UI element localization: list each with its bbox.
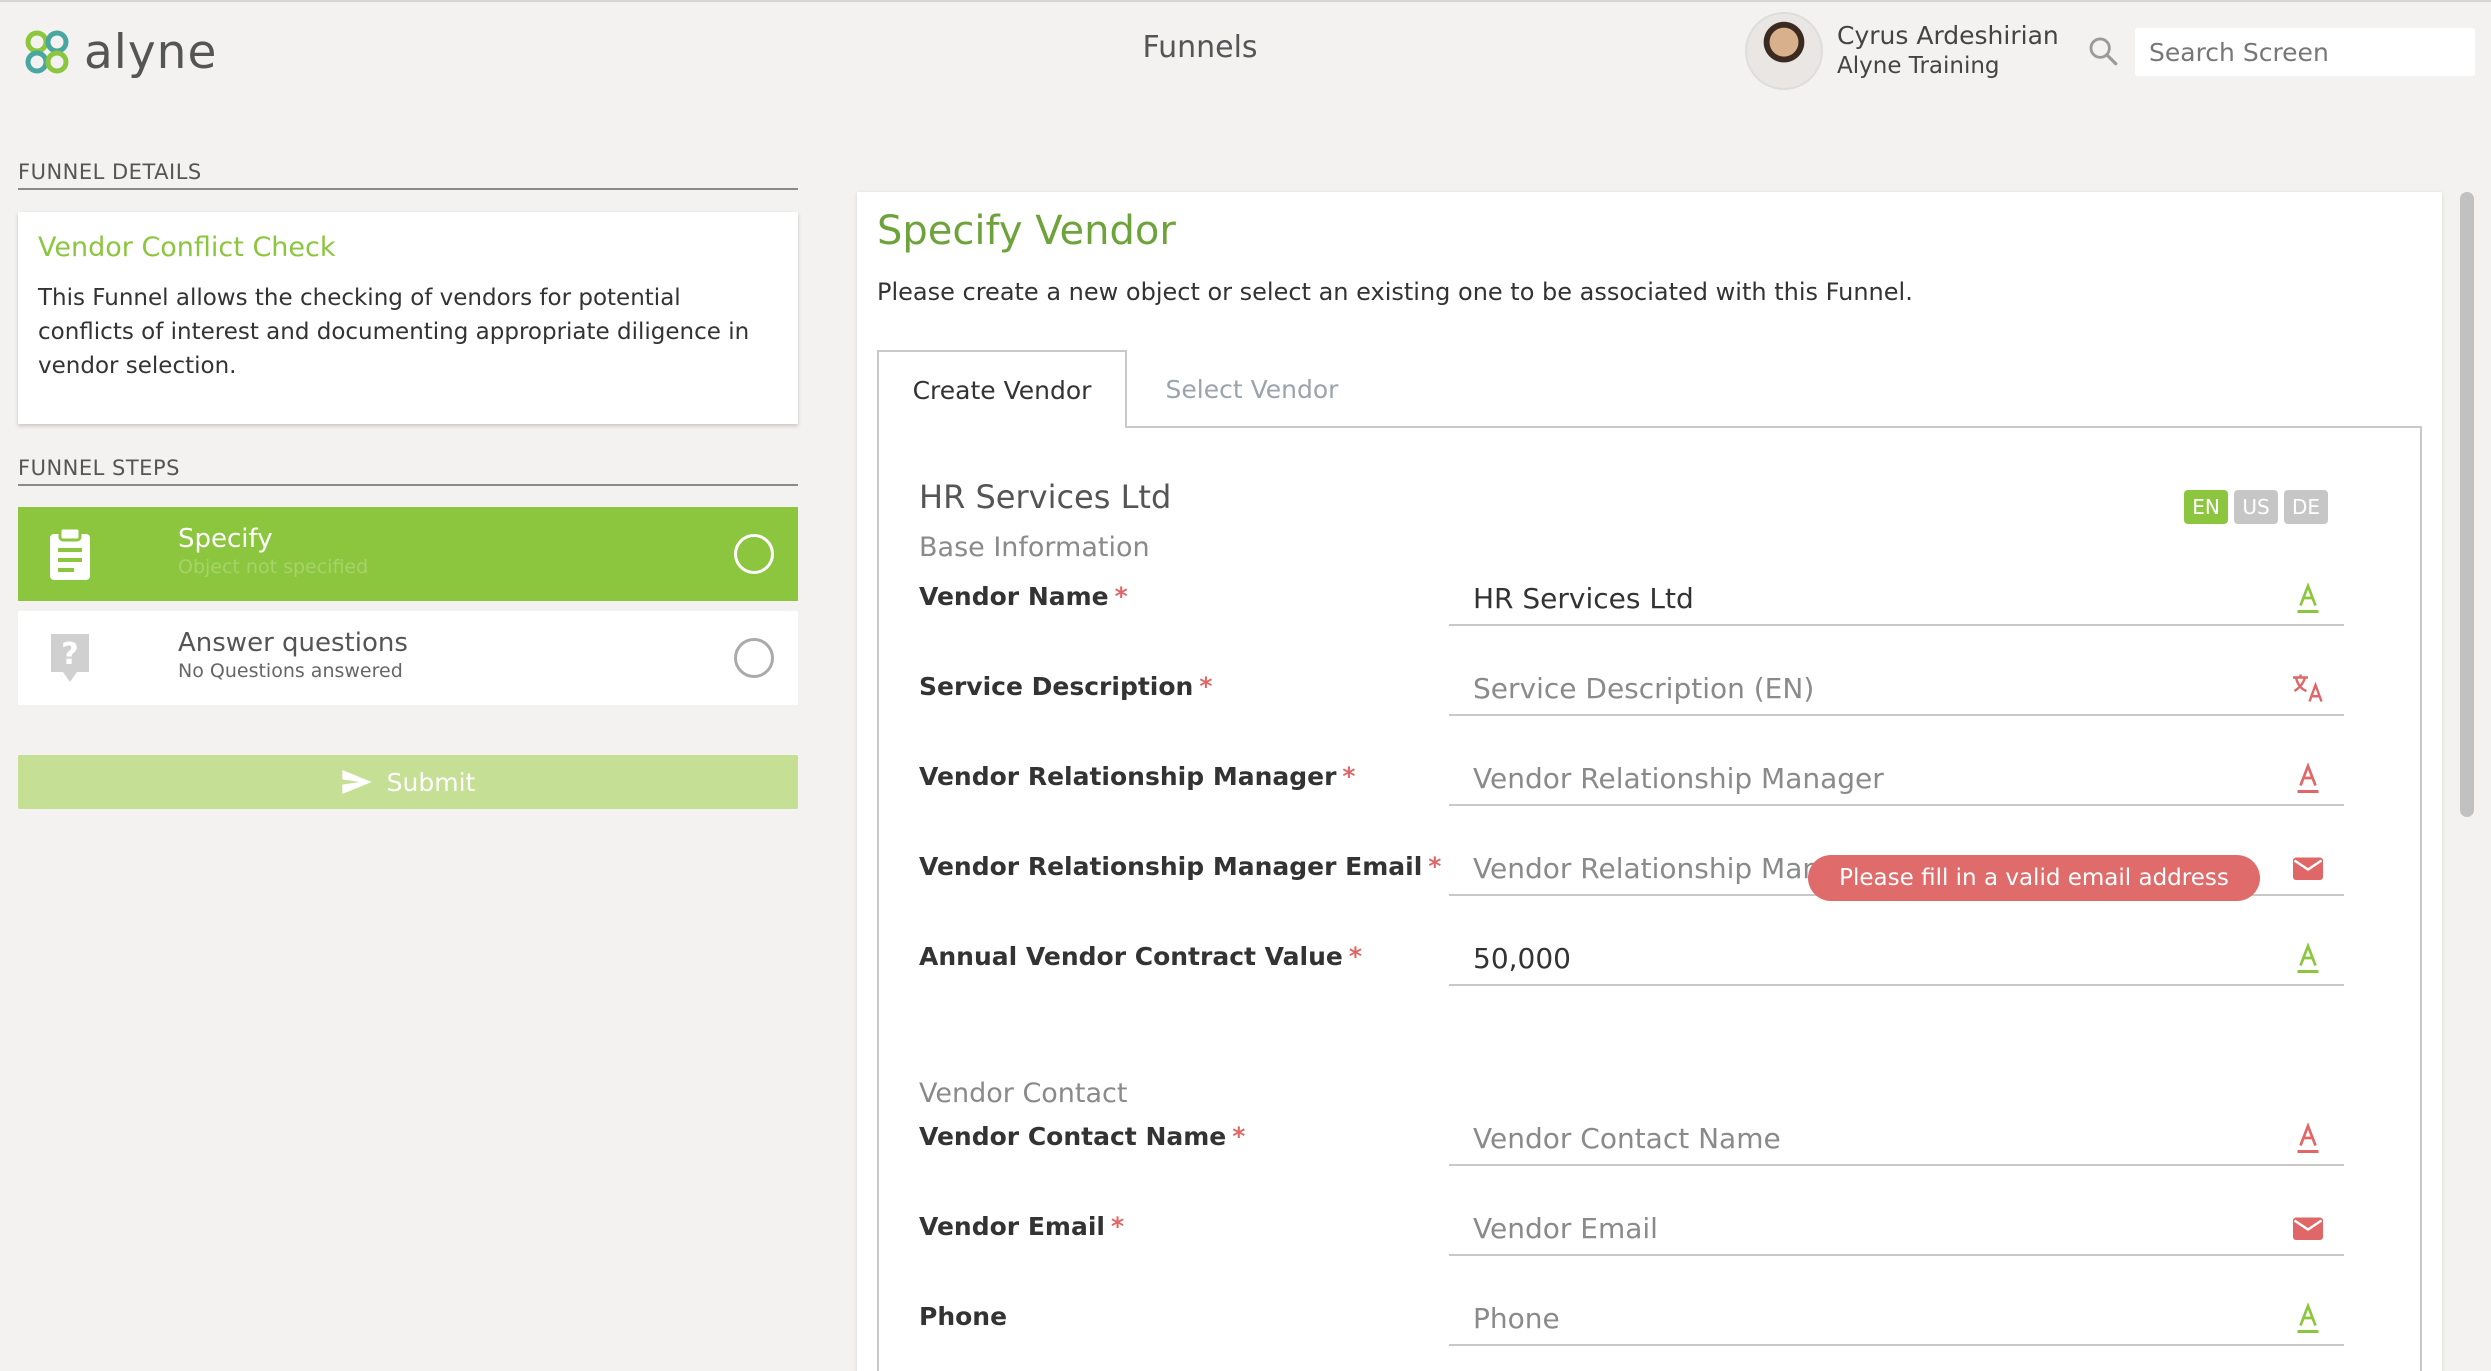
field-placeholder: Vendor Contact Name (1473, 1122, 1781, 1155)
required-marker: * (1348, 942, 1362, 971)
field-placeholder: Vendor Relationship Manager (1473, 762, 1884, 795)
step-subtitle: Object not specified (178, 556, 369, 578)
text-format-icon (2297, 582, 2319, 613)
field-label-text: Vendor Relationship Manager (919, 762, 1337, 791)
app-logo[interactable]: alyne (20, 22, 217, 82)
translate-icon[interactable] (2290, 670, 2326, 706)
field-annual-contract-value: Annual Vendor Contract Value * 50,000 (919, 928, 2374, 988)
user-profile[interactable]: Cyrus Ardeshirian Alyne Training (1745, 12, 2059, 90)
annual-contract-value-input[interactable]: 50,000 (1449, 928, 2344, 986)
field-label-text: Vendor Relationship Manager Email (919, 852, 1423, 881)
vendor-email-input[interactable]: Vendor Email (1449, 1198, 2344, 1256)
logo-text: alyne (84, 24, 218, 80)
field-label-text: Vendor Contact Name (919, 1122, 1227, 1151)
lang-tag-de[interactable]: DE (2284, 490, 2328, 524)
top-header: alyne Funnels Cyrus Ardeshirian Alyne Tr… (0, 0, 2491, 100)
field-contact-name: Vendor Contact Name * Vendor Contact Name (919, 1108, 2374, 1168)
contact-name-input[interactable]: Vendor Contact Name (1449, 1108, 2344, 1166)
object-name: HR Services Ltd (919, 478, 1172, 516)
required-marker: * (1428, 852, 1442, 881)
text-format-icon (2297, 1122, 2319, 1153)
alyne-logo-icon (25, 30, 69, 74)
field-label: Service Description * (919, 672, 1212, 701)
group-title-contact: Vendor Contact (919, 1078, 1128, 1109)
text-format-icon (2297, 1302, 2319, 1333)
text-format-icon (2297, 942, 2319, 973)
main-subtitle: Please create a new object or select an … (877, 278, 1913, 306)
field-label-text: Phone (919, 1302, 1008, 1331)
field-placeholder: Phone (1473, 1302, 1560, 1335)
mail-icon (2293, 1217, 2323, 1240)
step-subtitle: No Questions answered (178, 660, 403, 682)
phone-input[interactable]: Phone (1449, 1288, 2344, 1346)
field-value: HR Services Ltd (1473, 582, 1694, 615)
step-status-radio (734, 534, 774, 574)
vendor-name-input[interactable]: HR Services Ltd (1449, 568, 2344, 626)
relationship-manager-input[interactable]: Vendor Relationship Manager (1449, 748, 2344, 806)
step-status-radio (734, 638, 774, 678)
field-label-text: Vendor Email (919, 1212, 1105, 1241)
field-placeholder: Service Description (EN) (1473, 672, 1815, 705)
field-label: Annual Vendor Contract Value * (919, 942, 1362, 971)
service-description-input[interactable]: Service Description (EN) (1449, 658, 2344, 716)
field-label-text: Annual Vendor Contract Value (919, 942, 1343, 971)
main-scrollbar[interactable] (2460, 192, 2474, 817)
language-selector: EN US DE (2184, 490, 2328, 524)
step-answer-questions[interactable]: ? Answer questions No Questions answered (18, 611, 798, 705)
main-title: Specify Vendor (877, 208, 1176, 254)
main-panel: Specify Vendor Please create a new objec… (857, 192, 2442, 1371)
field-placeholder: Vendor Email (1473, 1212, 1658, 1245)
user-name: Cyrus Ardeshirian (1837, 21, 2059, 50)
field-label: Vendor Name * (919, 582, 1128, 611)
field-label: Vendor Email * (919, 1212, 1124, 1241)
user-organization: Alyne Training (1837, 53, 2000, 79)
field-label: Phone (919, 1302, 1007, 1331)
search-icon[interactable] (2086, 34, 2120, 68)
field-vendor-name: Vendor Name * HR Services Ltd (919, 568, 2374, 628)
svg-text:?: ? (61, 637, 78, 672)
required-marker: * (1232, 1122, 1246, 1151)
field-label: Vendor Relationship Manager * (919, 762, 1356, 791)
clipboard-icon (40, 526, 100, 582)
tab-create-vendor[interactable]: Create Vendor (877, 350, 1127, 428)
required-marker: * (1342, 762, 1356, 791)
submit-button[interactable]: Submit (18, 755, 798, 809)
text-format-icon (2297, 762, 2319, 793)
email-validation-error: Please fill in a valid email address (1808, 855, 2260, 901)
avatar[interactable] (1745, 12, 1823, 90)
required-marker: * (1199, 672, 1213, 701)
field-label-text: Vendor Name (919, 582, 1109, 611)
funnel-details-card: Vendor Conflict Check This Funnel allows… (18, 212, 798, 424)
field-phone: Phone Phone (919, 1288, 2374, 1348)
funnel-details-heading: FUNNEL DETAILS (18, 160, 798, 190)
field-relationship-manager: Vendor Relationship Manager * Vendor Rela… (919, 748, 2374, 808)
field-label-text: Service Description (919, 672, 1194, 701)
mail-icon (2293, 857, 2323, 880)
field-label: Vendor Relationship Manager Email * (919, 852, 1441, 881)
step-title: Answer questions (178, 628, 408, 658)
lang-tag-us[interactable]: US (2234, 490, 2278, 524)
lang-tag-en[interactable]: EN (2184, 490, 2228, 524)
tab-select-vendor[interactable]: Select Vendor (1127, 350, 1377, 428)
required-marker: * (1114, 582, 1128, 611)
submit-label: Submit (386, 767, 476, 797)
send-icon (341, 770, 372, 794)
funnel-title: Vendor Conflict Check (38, 232, 336, 263)
field-service-description: Service Description * Service Description… (919, 658, 2374, 718)
page-title: Funnels (1142, 30, 1258, 65)
field-value: 50,000 (1473, 942, 1571, 975)
funnel-steps-heading: FUNNEL STEPS (18, 456, 798, 486)
question-icon: ? (40, 630, 100, 686)
funnel-description: This Funnel allows the checking of vendo… (38, 285, 750, 379)
field-vendor-email: Vendor Email * Vendor Email (919, 1198, 2374, 1258)
group-title-base: Base Information (919, 532, 1150, 563)
step-title: Specify (178, 524, 273, 554)
step-specify[interactable]: Specify Object not specified (18, 507, 798, 601)
required-marker: * (1110, 1212, 1125, 1241)
search-input[interactable] (2135, 28, 2475, 76)
field-label: Vendor Contact Name * (919, 1122, 1245, 1151)
